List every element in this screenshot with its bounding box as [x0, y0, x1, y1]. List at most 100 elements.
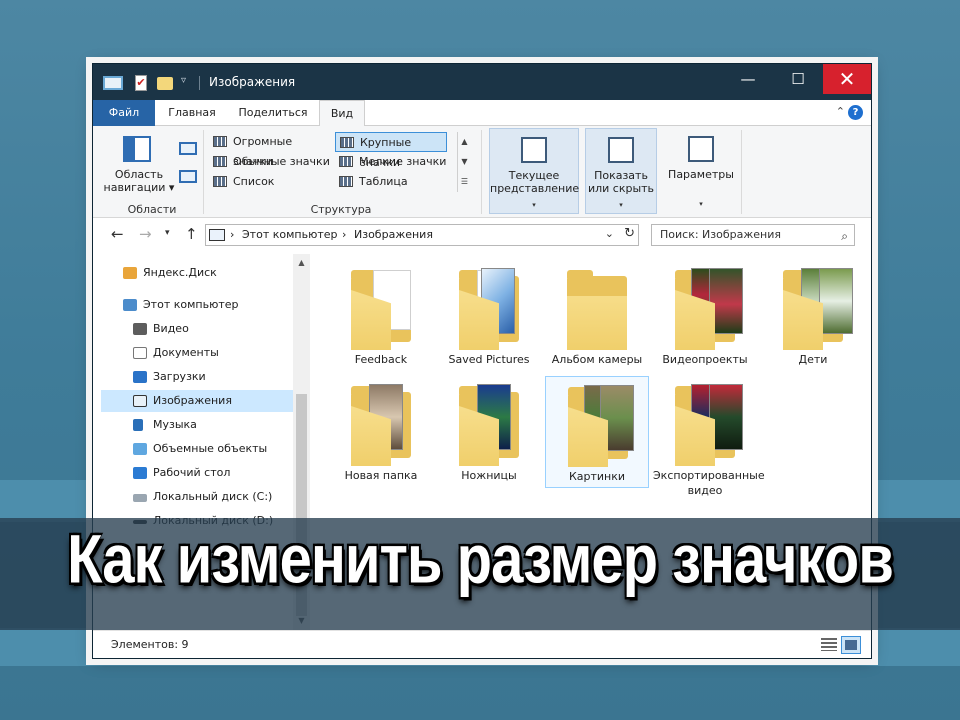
layout-gallery-scroll[interactable]: ▲ ▼ ☰ [457, 132, 471, 192]
details-pane-icon[interactable] [179, 170, 197, 183]
list-icon [213, 176, 227, 187]
layout-medium-icons[interactable]: Обычные значки [209, 152, 333, 172]
up-arrow-icon[interactable]: ↑ [185, 225, 198, 243]
medium-icons-icon [213, 156, 227, 167]
nav-item-label: Изображения [153, 394, 232, 407]
music-icon [133, 419, 143, 431]
layout-group-label: Структура [310, 203, 372, 216]
folder-item[interactable]: Дети [761, 260, 865, 372]
new-folder-icon[interactable] [157, 77, 173, 90]
scroll-up-icon[interactable]: ▲ [293, 258, 310, 267]
address-dropdown-icon[interactable]: ⌄ [605, 227, 614, 240]
layout-list[interactable]: Список [209, 172, 333, 192]
dropdown-icon: ▾ [532, 201, 536, 209]
folder-label: Ножницы [461, 469, 517, 482]
tab-home[interactable]: Главная [159, 100, 225, 126]
nav-item-video[interactable]: Видео [101, 318, 291, 340]
tab-file[interactable]: Файл [93, 100, 155, 126]
chevron-up-icon[interactable]: ⌃ [836, 105, 845, 118]
gallery-up-icon[interactable]: ▲ [458, 132, 471, 152]
nav-item-label: Объемные объекты [153, 442, 268, 455]
nav-item-yandex-disk[interactable]: Яндекс.Диск [101, 262, 291, 284]
nav-item-music[interactable]: Музыка [101, 414, 291, 436]
nav-item-pictures[interactable]: Изображения [101, 390, 293, 412]
folder-item[interactable]: Картинки [545, 376, 649, 488]
folder-label: Картинки [568, 470, 626, 483]
folder-label: Новая папка [344, 469, 418, 482]
gallery-down-icon[interactable]: ▼ [458, 152, 471, 172]
gallery-more-icon[interactable]: ☰ [458, 172, 471, 192]
pictures-icon [133, 395, 147, 407]
options-icon [688, 136, 714, 162]
preview-pane-icon[interactable] [179, 142, 197, 155]
folder-item[interactable]: Feedback [329, 260, 433, 372]
tab-share[interactable]: Поделиться [227, 100, 319, 126]
layout-details[interactable]: Таблица [335, 172, 447, 192]
toolbar-divider [199, 76, 200, 90]
nav-item-documents[interactable]: Документы [101, 342, 291, 364]
layout-small-icons[interactable]: Мелкие значки [335, 152, 447, 172]
quick-access-dropdown-icon[interactable]: ▿ [181, 75, 186, 91]
yandex-disk-icon [123, 267, 137, 279]
folder-item[interactable]: Альбом камеры [545, 260, 649, 372]
details-view-icon[interactable] [821, 638, 837, 651]
current-view-icon [521, 137, 547, 163]
folder-label: Альбом камеры [551, 353, 643, 366]
nav-item-label: Рабочий стол [153, 466, 231, 479]
breadcrumb-pictures[interactable]: Изображения [354, 228, 433, 241]
show-hide-label: Показать или скрыть [587, 169, 655, 195]
minimize-button[interactable]: — [725, 64, 771, 94]
search-input[interactable]: Поиск: Изображения ⌕ [651, 224, 855, 246]
downloads-icon [133, 371, 147, 383]
help-icon[interactable]: ? [848, 105, 863, 120]
folder-item[interactable]: Saved Pictures [437, 260, 541, 372]
search-icon[interactable]: ⌕ [841, 226, 848, 246]
status-bar: Элементов: 9 [93, 630, 871, 658]
forward-arrow-icon[interactable]: → [139, 225, 152, 243]
back-arrow-icon[interactable]: ← [111, 225, 124, 243]
navigation-pane-button[interactable]: Область навигации ▾ [101, 168, 177, 194]
layout-item-label: Список [233, 175, 275, 188]
app-icon[interactable] [103, 76, 123, 90]
folder-item[interactable]: Экспортированные видео [653, 376, 765, 497]
folder-front [567, 296, 627, 350]
computer-icon [123, 299, 137, 311]
nav-item-desktop[interactable]: Рабочий стол [101, 462, 291, 484]
nav-item-label: Локальный диск (C:) [153, 490, 273, 503]
banner-title: Как изменить размер значков [67, 521, 894, 598]
options-button[interactable]: Параметры ▾ [665, 128, 737, 214]
show-hide-button[interactable]: Показать или скрыть ▾ [585, 128, 657, 214]
drive-c-icon [133, 494, 147, 502]
location-icon [209, 229, 225, 241]
nav-item-label: Яндекс.Диск [143, 266, 217, 279]
address-row: ← → ▾ ↑ › Этот компьютер › Изображения ⌄… [93, 220, 871, 250]
nav-item-this-pc[interactable]: Этот компьютер [101, 294, 291, 316]
folder-item[interactable]: Новая папка [329, 376, 433, 488]
navigation-pane-label: Область навигации [103, 168, 166, 194]
folder-item[interactable]: Видеопроекты [653, 260, 757, 372]
folder-item[interactable]: Ножницы [437, 376, 541, 488]
close-button[interactable]: ✕ [823, 64, 871, 94]
item-count: Элементов: 9 [111, 638, 189, 651]
recent-locations-icon[interactable]: ▾ [165, 228, 170, 238]
folder-label: Видеопроекты [662, 353, 748, 366]
refresh-icon[interactable]: ↻ [624, 226, 635, 241]
navigation-pane-icon[interactable] [123, 136, 151, 162]
layout-extra-large-icons[interactable]: Огромные значки [209, 132, 333, 168]
large-icons-view-icon[interactable] [841, 636, 861, 654]
layout-large-icons[interactable]: Крупные значки [335, 132, 447, 169]
nav-item-3d-objects[interactable]: Объемные объекты [101, 438, 291, 460]
nav-item-downloads[interactable]: Загрузки [101, 366, 291, 388]
maximize-button[interactable]: ☐ [775, 64, 821, 94]
folder-preview-image [819, 268, 853, 334]
nav-item-drive-c[interactable]: Локальный диск (C:) [101, 486, 291, 508]
nav-item-label: Документы [153, 346, 219, 359]
folder-label: Дети [798, 353, 828, 366]
address-bar[interactable]: › Этот компьютер › Изображения ⌄ ↻ [205, 224, 639, 246]
breadcrumb-this-pc[interactable]: Этот компьютер [242, 228, 338, 241]
current-view-button[interactable]: Текущее представление ▾ [489, 128, 579, 214]
ribbon-divider [203, 130, 204, 214]
tab-view[interactable]: Вид [319, 100, 365, 127]
title-bar: ✔ ▿ Изображения — ☐ ✕ [93, 64, 871, 100]
properties-icon[interactable]: ✔ [135, 75, 147, 91]
